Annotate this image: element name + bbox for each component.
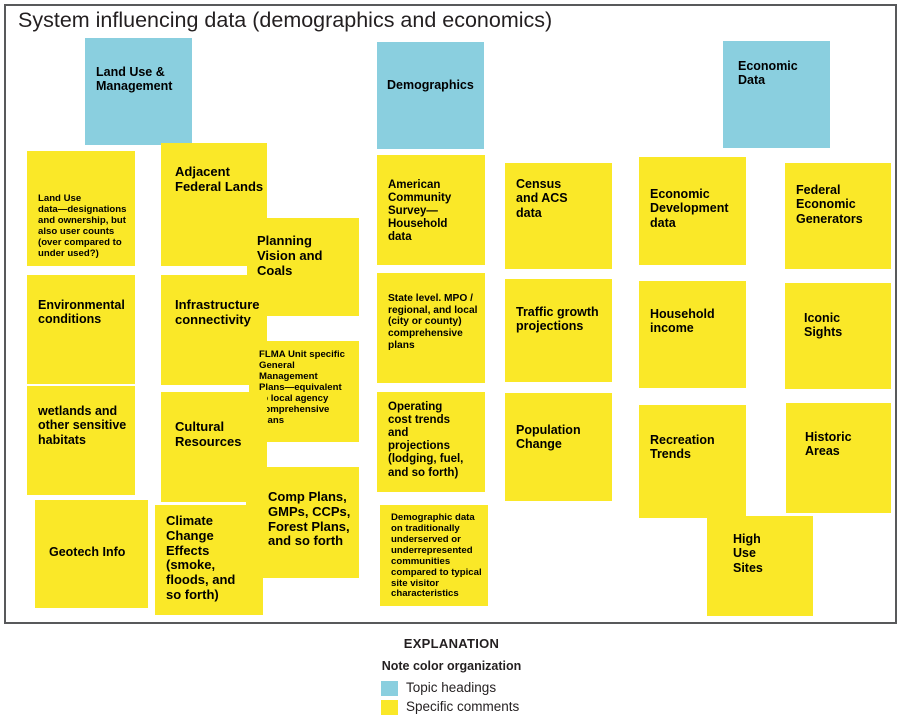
note-label-demographics: Demographics [387, 78, 474, 92]
note-card-demographic-underserved: Demographic data on traditionally unders… [380, 505, 488, 606]
note-card-demographics: Demographics [377, 42, 484, 149]
note-card-traffic-growth-projections: Traffic growth projections [505, 279, 612, 382]
legend-item-specific-comments: Specific comments [381, 698, 903, 716]
note-label-demographic-underserved: Demographic data on traditionally unders… [391, 512, 482, 600]
note-label-high-use-sites: High Use Sites [733, 532, 763, 575]
legend-item-topic-headings: Topic headings [381, 679, 903, 697]
note-card-recreation-trends: Recreation Trends [639, 405, 746, 518]
note-label-federal-economic-generators: Federal Economic Generators [796, 183, 863, 226]
note-card-iconic-sights: Iconic Sights [785, 283, 891, 389]
note-label-historic-areas: Historic Areas [805, 430, 852, 459]
note-card-wetlands-habitats: wetlands and other sensitive habitats [27, 386, 135, 495]
diagram-root: System influencing data (demographics an… [0, 0, 903, 719]
legend-rows: Topic headings Specific comments [0, 679, 903, 716]
note-label-geotech-info: Geotech Info [49, 545, 126, 559]
note-card-household-income: Household income [639, 281, 746, 388]
explanation-legend: EXPLANATION Note color organization Topi… [0, 636, 903, 717]
note-label-american-community-survey: American Community Survey— Household dat… [388, 179, 452, 244]
legend-label: Topic headings [406, 680, 497, 696]
note-label-planning-vision-goals: Planning Vision and Coals [257, 233, 323, 278]
note-label-census-acs-data: Census and ACS data [516, 177, 568, 220]
note-card-climate-change-effects: Climate Change Effects (smoke, floods, a… [155, 505, 263, 615]
note-label-land-use-data: Land Use data—designations and ownership… [38, 193, 127, 259]
note-label-operating-cost-trends: Operating cost trends and projections (l… [388, 401, 464, 479]
note-label-adjacent-federal-lands: Adjacent Federal Lands [175, 164, 264, 194]
note-card-economic-data: Economic Data [723, 41, 830, 148]
note-card-high-use-sites: High Use Sites [707, 516, 813, 616]
note-label-iconic-sights: Iconic Sights [804, 311, 843, 340]
note-card-federal-economic-generators: Federal Economic Generators [785, 163, 891, 269]
note-card-geotech-info: Geotech Info [35, 500, 148, 608]
note-card-economic-development-data: Economic Development data [639, 157, 746, 265]
note-label-household-income: Household income [650, 307, 715, 336]
note-card-state-mpo-plans: State level. MPO / regional, and local (… [377, 273, 485, 383]
note-label-cultural-resources: Cultural Resources [175, 419, 242, 449]
note-label-environmental-conditions: Environmental conditions [38, 298, 125, 327]
note-card-operating-cost-trends: Operating cost trends and projections (l… [377, 392, 485, 492]
note-label-comp-plans: Comp Plans, GMPs, CCPs, Forest Plans, an… [268, 489, 351, 549]
page-title: System influencing data (demographics an… [18, 8, 553, 32]
note-card-census-acs-data: Census and ACS data [505, 163, 612, 269]
note-label-wetlands-habitats: wetlands and other sensitive habitats [38, 404, 127, 447]
legend-swatch-specific-comments [381, 699, 398, 715]
note-card-population-change: Population Change [505, 393, 612, 501]
note-label-land-use-management: Land Use & Management [96, 65, 173, 94]
note-card-land-use-management: Land Use & Management [85, 38, 192, 145]
legend-title: EXPLANATION [403, 636, 500, 651]
note-label-climate-change-effects: Climate Change Effects (smoke, floods, a… [166, 513, 236, 603]
note-label-economic-data: Economic Data [738, 59, 798, 88]
note-label-recreation-trends: Recreation Trends [650, 433, 715, 462]
legend-swatch-topic-headings [381, 680, 398, 696]
note-card-american-community-survey: American Community Survey— Household dat… [377, 155, 485, 265]
note-card-historic-areas: Historic Areas [786, 403, 891, 513]
note-label-traffic-growth-projections: Traffic growth projections [516, 305, 599, 334]
note-label-economic-development-data: Economic Development data [650, 187, 729, 230]
note-label-population-change: Population Change [516, 423, 581, 452]
note-label-state-mpo-plans: State level. MPO / regional, and local (… [388, 293, 478, 351]
note-label-flma-unit-plans: FLMA Unit specific General Management Pl… [259, 349, 345, 426]
note-card-environmental-conditions: Environmental conditions [27, 275, 135, 384]
note-card-land-use-data: Land Use data—designations and ownership… [27, 151, 135, 266]
note-label-infrastructure-connectivity: Infrastructure connectivity [175, 297, 260, 327]
legend-subtitle: Note color organization [381, 659, 522, 673]
legend-label: Specific comments [406, 699, 520, 715]
